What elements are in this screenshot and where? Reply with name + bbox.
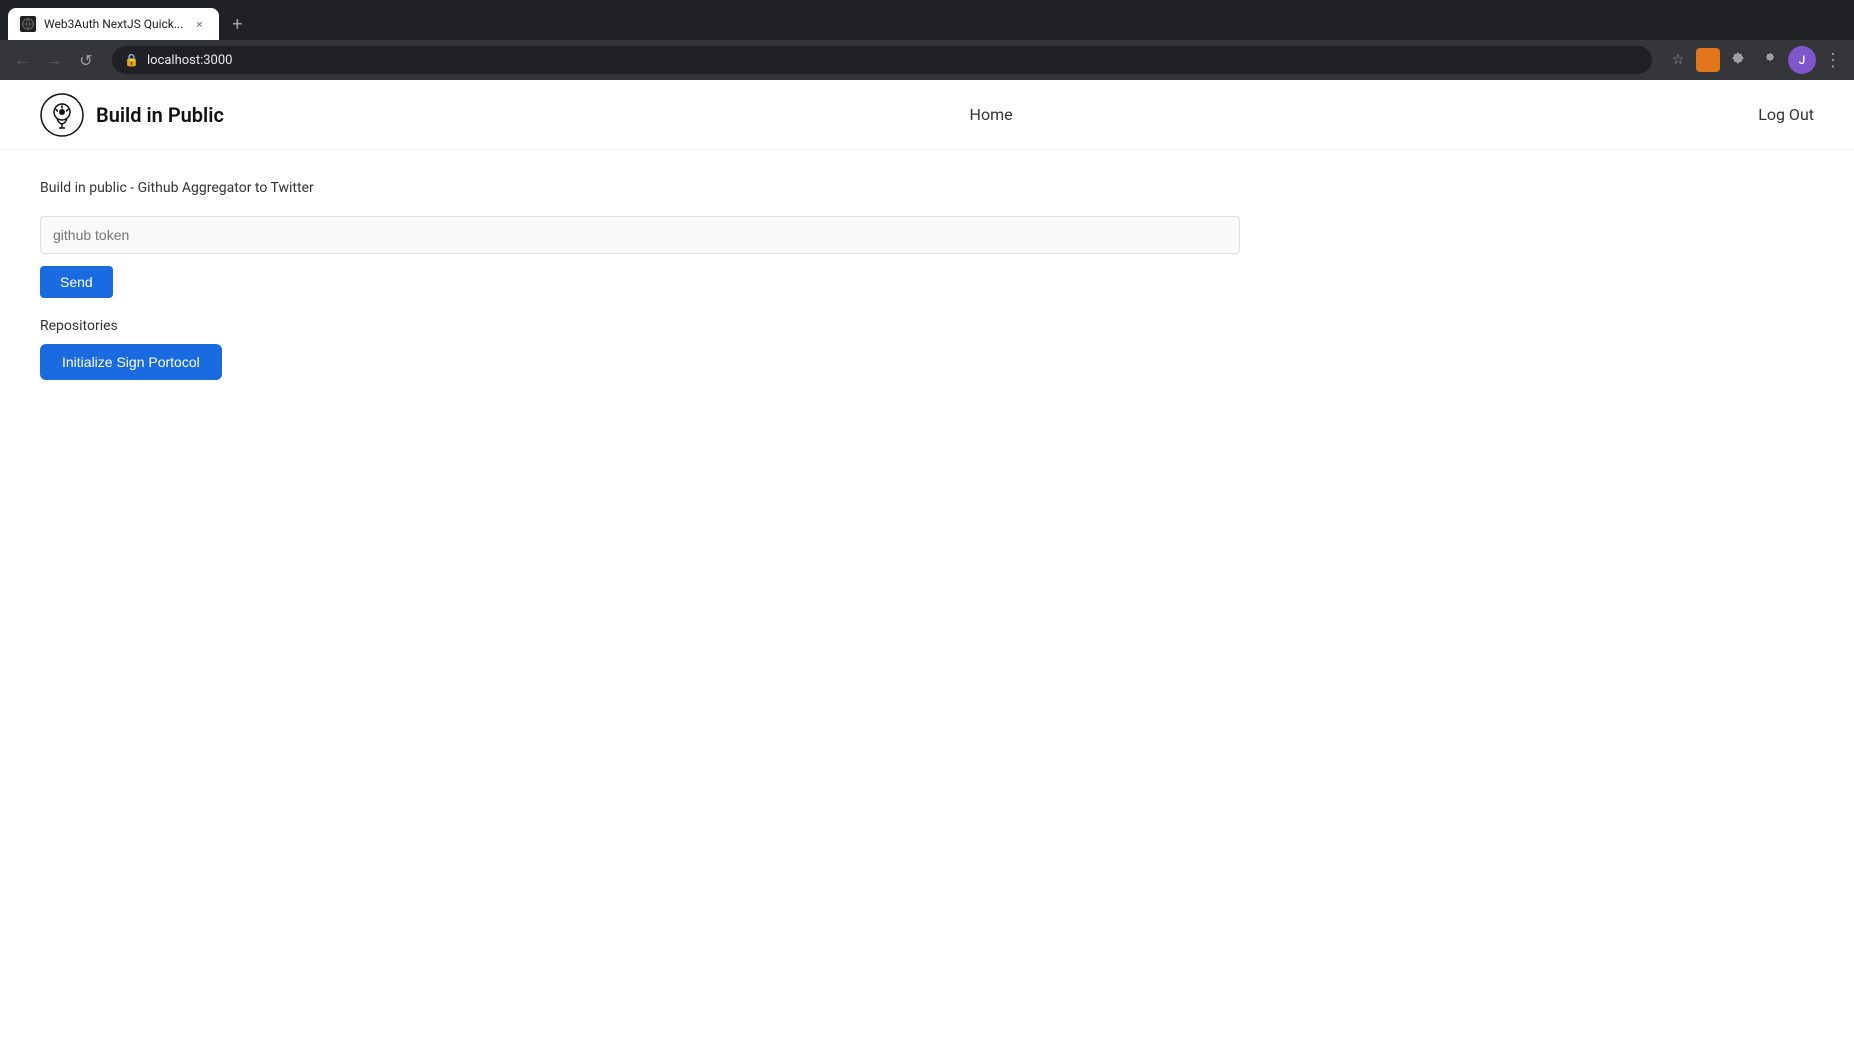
repositories-label: Repositories bbox=[40, 318, 1814, 334]
address-text: localhost:3000 bbox=[147, 53, 1640, 68]
nav-brand: Build in Public bbox=[40, 93, 224, 137]
profile-button[interactable]: J bbox=[1788, 46, 1816, 74]
tab-bar: Web3Auth NextJS Quick... × + bbox=[0, 0, 1854, 40]
nav-links: Home bbox=[970, 105, 1013, 124]
more-menu-button[interactable]: ⋮ bbox=[1820, 46, 1846, 75]
send-button[interactable]: Send bbox=[40, 266, 113, 298]
nav-right: Log Out bbox=[1758, 105, 1814, 124]
forward-button[interactable]: → bbox=[40, 46, 68, 74]
extensions-puzzle-button[interactable] bbox=[1756, 46, 1784, 74]
new-tab-button[interactable]: + bbox=[223, 10, 251, 38]
back-button[interactable]: ← bbox=[8, 46, 36, 74]
page-subtitle: Build in public - Github Aggregator to T… bbox=[40, 180, 1814, 196]
logout-nav-link[interactable]: Log Out bbox=[1758, 105, 1814, 124]
reload-button[interactable]: ↺ bbox=[72, 46, 100, 74]
metamask-icon[interactable] bbox=[1696, 48, 1720, 72]
tab-close-button[interactable]: × bbox=[191, 16, 207, 32]
app-content: Build in Public Home Log Out Build in pu… bbox=[0, 80, 1854, 1048]
toolbar-right: ☆ bbox=[1664, 46, 1846, 75]
extensions-button[interactable] bbox=[1724, 46, 1752, 74]
lock-icon: 🔒 bbox=[124, 53, 139, 67]
active-tab[interactable]: Web3Auth NextJS Quick... × bbox=[8, 8, 219, 40]
browser-chrome: Web3Auth NextJS Quick... × + ← → ↺ 🔒 loc… bbox=[0, 0, 1854, 80]
tab-bar-left: Web3Auth NextJS Quick... × + bbox=[8, 8, 251, 40]
home-nav-link[interactable]: Home bbox=[970, 105, 1013, 124]
brand-logo bbox=[40, 93, 84, 137]
tab-title: Web3Auth NextJS Quick... bbox=[44, 17, 183, 31]
bookmark-button[interactable]: ☆ bbox=[1664, 46, 1692, 74]
main-content: Build in public - Github Aggregator to T… bbox=[0, 150, 1854, 410]
browser-toolbar: ← → ↺ 🔒 localhost:3000 ☆ bbox=[0, 40, 1854, 80]
brand-name: Build in Public bbox=[96, 103, 224, 127]
tab-favicon bbox=[20, 16, 36, 32]
initialize-sign-protocol-button[interactable]: Initialize Sign Portocol bbox=[40, 344, 222, 380]
address-bar[interactable]: 🔒 localhost:3000 bbox=[112, 46, 1652, 74]
nav-bar: Build in Public Home Log Out bbox=[0, 80, 1854, 150]
github-token-input[interactable] bbox=[40, 216, 1240, 254]
